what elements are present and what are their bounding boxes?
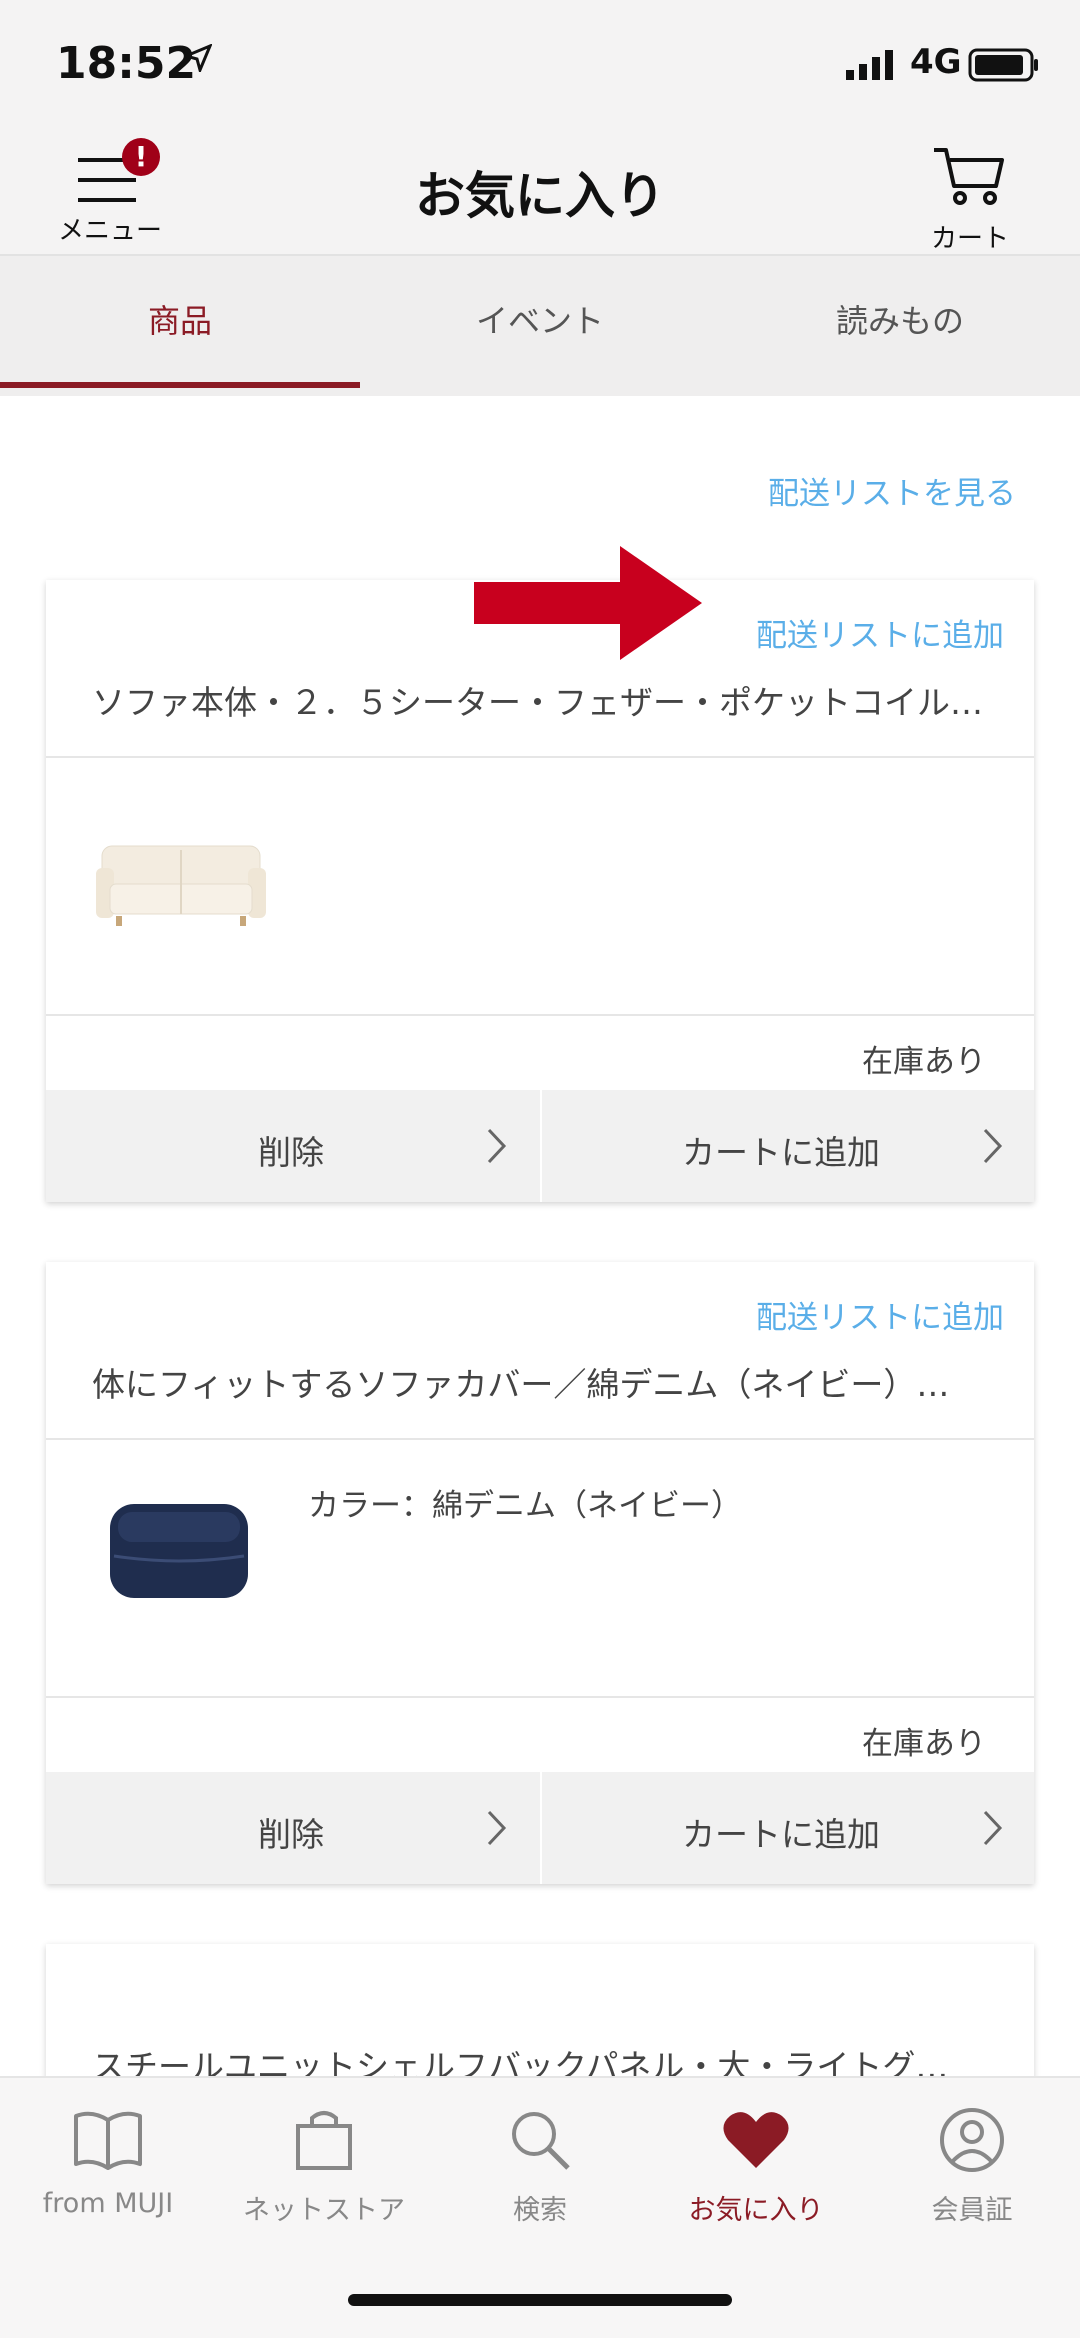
chevron-right-icon: [487, 1128, 507, 1164]
add-to-delivery-list-link[interactable]: 配送リストに追加: [756, 610, 1004, 655]
nav-from-muji[interactable]: from MUJI: [0, 2078, 216, 2278]
tab-products[interactable]: 商品: [0, 256, 360, 396]
item-image-area: カラー：綿デニム（ネイビー）: [46, 1440, 1034, 1696]
item-image-area: [46, 758, 1034, 1014]
cart-button[interactable]: カート: [900, 144, 1040, 254]
nav-net-store[interactable]: ネットストア: [216, 2078, 432, 2278]
delete-label: 削除: [258, 1133, 324, 1172]
tab-reading[interactable]: 読みもの: [720, 256, 1080, 396]
member-icon: [940, 2108, 1004, 2172]
home-indicator: [348, 2294, 732, 2306]
sofa-cover-image[interactable]: [104, 1496, 254, 1606]
item-title[interactable]: ソファ本体・２．５シーター・フェザー・ポケットコイル…: [92, 676, 1004, 724]
battery-icon: [968, 48, 1038, 82]
add-to-cart-button[interactable]: カートに追加: [542, 1090, 1036, 1202]
status-bar: 18:52 4G: [0, 0, 1080, 128]
add-to-delivery-list-link[interactable]: 配送リストに追加: [756, 1292, 1004, 1337]
add-to-cart-label: カートに追加: [682, 1133, 880, 1172]
view-delivery-list-link[interactable]: 配送リストを見る: [768, 468, 1016, 513]
favorite-item-card: 配送リストに追加 ソファ本体・２．５シーター・フェザー・ポケットコイル… 在庫あ…: [46, 580, 1034, 1202]
nav-member-card[interactable]: 会員証: [864, 2078, 1080, 2278]
tab-bar: 商品 イベント 読みもの: [0, 256, 1080, 396]
item-color: カラー：綿デニム（ネイビー）: [308, 1488, 742, 1524]
book-icon: [74, 2111, 142, 2170]
cart-label: カート: [930, 224, 1009, 254]
status-time: 18:52: [56, 38, 197, 89]
item-actions: 削除 カートに追加: [46, 1772, 1034, 1884]
shopping-bag-icon: [296, 2111, 352, 2170]
nav-search[interactable]: 検索: [432, 2078, 648, 2278]
heart-icon: [723, 2112, 789, 2168]
delete-label: 削除: [258, 1815, 324, 1854]
nav-label: 会員証: [931, 2195, 1013, 2226]
chevron-right-icon: [983, 1128, 1003, 1164]
item-actions: 削除 カートに追加: [46, 1090, 1034, 1202]
chevron-right-icon: [983, 1810, 1003, 1846]
nav-label: from MUJI: [42, 2188, 174, 2219]
network-label: 4G: [910, 42, 962, 82]
stock-status: 在庫あり: [862, 1726, 986, 1762]
active-tab-indicator: [0, 382, 360, 388]
divider: [46, 1014, 1034, 1016]
nav-label: 検索: [513, 2195, 567, 2226]
signal-icon: [846, 50, 893, 80]
nav-label: ネットストア: [243, 2195, 405, 2226]
add-to-cart-label: カートに追加: [682, 1815, 880, 1854]
item-title[interactable]: 体にフィットするソファカバー／綿デニム（ネイビー）…: [92, 1358, 1004, 1406]
stock-status: 在庫あり: [862, 1044, 986, 1080]
sofa-image[interactable]: [96, 840, 266, 930]
divider: [46, 1696, 1034, 1698]
tab-events[interactable]: イベント: [360, 256, 720, 396]
delete-button[interactable]: 削除: [46, 1772, 540, 1884]
app-header: ! メニュー お気に入り カート: [0, 128, 1080, 256]
delete-button[interactable]: 削除: [46, 1090, 540, 1202]
favorite-item-card: 配送リストに追加 体にフィットするソファカバー／綿デニム（ネイビー）… カラー：…: [46, 1262, 1034, 1884]
add-to-cart-button[interactable]: カートに追加: [542, 1772, 1036, 1884]
nav-favorites[interactable]: お気に入り: [648, 2078, 864, 2278]
search-icon: [512, 2112, 570, 2170]
annotation-arrow-icon: [474, 546, 702, 660]
nav-label: お気に入り: [688, 2195, 824, 2226]
cart-icon: [934, 148, 1004, 205]
chevron-right-icon: [487, 1810, 507, 1846]
location-arrow-icon: [184, 44, 212, 72]
